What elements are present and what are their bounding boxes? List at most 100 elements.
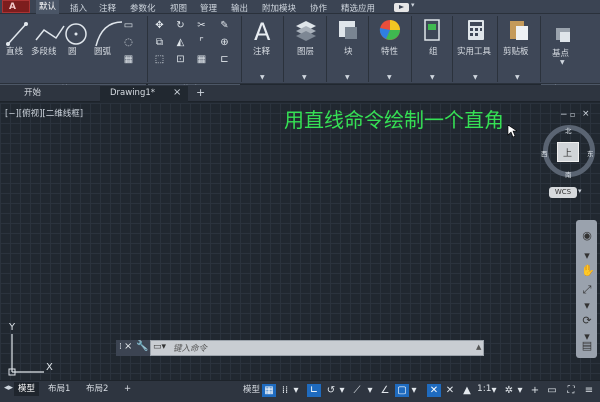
tab-featured-apps[interactable]: 精选应用 <box>341 2 375 14</box>
properties-button[interactable]: 特性 <box>381 45 398 57</box>
tab-addins[interactable]: 附加模块 <box>262 2 296 14</box>
chevron-down-icon[interactable]: ▾ <box>578 187 582 195</box>
annotation-visibility-icon[interactable]: ✕ <box>427 384 441 397</box>
tab-manage[interactable]: 管理 <box>200 2 217 14</box>
drawing-canvas[interactable] <box>0 103 600 380</box>
properties-icon <box>379 20 400 40</box>
block-button[interactable]: 块 <box>344 45 353 57</box>
ortho-icon[interactable]: ∟ <box>307 384 321 397</box>
layout-tab-model[interactable]: 模型 <box>14 382 40 396</box>
customization-icon[interactable]: ≡ <box>582 384 596 397</box>
line-tool-label[interactable]: 直线 <box>6 45 23 57</box>
clipboard-button[interactable]: 剪贴板 <box>503 45 529 57</box>
nav-dropdown-icon[interactable]: ▾ <box>581 250 593 262</box>
viewport-controls[interactable]: [−][俯视][二维线框] <box>5 107 83 119</box>
cursor-icon <box>507 124 517 138</box>
compass-south[interactable]: 南 <box>565 169 572 179</box>
layers-button[interactable]: 图层 <box>297 45 314 57</box>
model-space-button[interactable]: 模型 <box>239 383 264 397</box>
tab-annotate[interactable]: 注释 <box>99 2 116 14</box>
application-button[interactable]: A <box>2 0 30 13</box>
layout-scroll-icon[interactable]: ◂▸ <box>4 383 13 393</box>
tab-view[interactable]: 视图 <box>170 2 187 14</box>
chevron-down-icon-5[interactable]: ▾ <box>490 384 498 397</box>
tab-default[interactable]: 默认 <box>36 0 60 14</box>
group-button[interactable]: 组 <box>429 45 438 57</box>
chevron-down-icon[interactable]: ▾ <box>292 384 300 397</box>
trim-icon[interactable]: ✂ <box>195 20 208 31</box>
mirror-icon[interactable]: ◭ <box>174 37 187 48</box>
viewport-minimize-icon[interactable]: − <box>560 110 568 120</box>
chevron-down-icon[interactable]: ▾ <box>411 1 415 9</box>
tab-insert[interactable]: 插入 <box>70 2 87 14</box>
isodraft-icon[interactable]: ⟋ <box>350 384 364 397</box>
array-icon[interactable]: ▦ <box>195 54 208 65</box>
copy-icon[interactable]: ⧉ <box>153 37 166 48</box>
command-input[interactable]: 键入命令 <box>173 342 207 354</box>
wrench-icon[interactable]: 🔧 <box>136 341 148 352</box>
nav-dropdown-icon-2[interactable]: ▾ <box>581 300 593 312</box>
stretch-icon[interactable]: ⬚ <box>153 54 166 65</box>
object-snap-tracking-icon[interactable]: ∠ <box>378 384 392 397</box>
explode-icon[interactable]: ⊕ <box>218 37 231 48</box>
add-layout-icon[interactable]: + <box>120 382 135 396</box>
chevron-down-icon-6[interactable]: ▾ <box>516 384 524 397</box>
viewport-restore-icon[interactable]: ▫ <box>570 110 575 119</box>
close-icon[interactable]: × <box>173 87 181 98</box>
layout-tab-2[interactable]: 布局2 <box>82 382 112 396</box>
snap-icon[interactable]: ⁞⁞ <box>278 384 292 397</box>
annotation-scale-icon[interactable]: ▲ <box>460 384 474 397</box>
workspace-gear-icon[interactable]: ✲ <box>502 384 516 397</box>
offset-icon[interactable]: ⊏ <box>218 54 231 65</box>
viewport-close-icon[interactable]: × <box>582 109 590 119</box>
show-motion-icon[interactable]: ▤ <box>581 340 593 352</box>
polar-tracking-icon[interactable]: ↺ <box>324 384 338 397</box>
command-line-grip-icon[interactable]: ⁞ <box>119 342 122 352</box>
video-icon[interactable] <box>394 3 409 12</box>
arc-tool-label[interactable]: 圆弧 <box>94 45 111 57</box>
polyline-tool-label[interactable]: 多段线 <box>31 45 57 57</box>
base-point-button[interactable]: 基点 <box>552 47 569 59</box>
wcs-menu[interactable]: WCS <box>549 187 577 198</box>
command-prompt-icon[interactable]: ▭▾ <box>153 342 166 352</box>
rectangle-icon[interactable]: ▭ <box>122 20 135 31</box>
erase-icon[interactable]: ✎ <box>218 20 231 31</box>
menu-bar: A 默认 插入 注释 参数化 视图 管理 输出 附加模块 协作 精选应用 ▾ <box>0 0 600 14</box>
isolate-objects-icon[interactable]: ▭ <box>545 384 559 397</box>
command-history-icon[interactable]: ▲ <box>476 343 481 351</box>
svg-text:A: A <box>254 18 271 44</box>
plus-icon[interactable]: + <box>528 384 542 397</box>
tab-collaborate[interactable]: 协作 <box>310 2 327 14</box>
utilities-button[interactable]: 实用工具 <box>457 45 491 57</box>
circle-tool-label[interactable]: 圆 <box>68 45 77 57</box>
chevron-down-icon-2[interactable]: ▾ <box>338 384 346 397</box>
zoom-extents-icon[interactable]: ⤢ <box>581 284 593 296</box>
tab-output[interactable]: 输出 <box>231 2 248 14</box>
layout-tab-1[interactable]: 布局1 <box>44 382 74 396</box>
close-icon[interactable]: × <box>124 341 132 352</box>
pan-hand-icon[interactable]: ✋ <box>581 265 595 277</box>
orbit-icon[interactable]: ⟳ <box>581 315 593 327</box>
rotate-icon[interactable]: ↻ <box>174 20 187 31</box>
compass-east[interactable]: 东 <box>587 148 594 158</box>
add-tab-icon[interactable]: + <box>196 86 205 99</box>
tab-parametric[interactable]: 参数化 <box>130 2 156 14</box>
grid-icon[interactable]: ▦ <box>262 384 276 397</box>
chevron-down-icon-4[interactable]: ▾ <box>410 384 418 397</box>
move-icon[interactable]: ✥ <box>153 20 166 31</box>
steering-wheel-icon[interactable]: ◉ <box>581 230 593 242</box>
fillet-icon[interactable]: ⌜ <box>195 37 208 48</box>
compass-west[interactable]: 西 <box>541 148 548 158</box>
ucs-y-label: Y <box>9 322 16 333</box>
chevron-down-icon-3[interactable]: ▾ <box>366 384 374 397</box>
layers-icon <box>296 21 316 41</box>
object-snap-icon[interactable]: ▢ <box>395 384 409 397</box>
annotation-button[interactable]: 注释 <box>253 45 270 57</box>
auto-scale-icon[interactable]: ✕ <box>443 384 457 397</box>
clean-screen-icon[interactable]: ⛶ <box>564 384 578 397</box>
scale-icon[interactable]: ⊡ <box>174 54 187 65</box>
hatch-icon[interactable]: ▦ <box>122 54 135 65</box>
tab-start[interactable]: 开始 <box>16 86 96 101</box>
ellipse-icon[interactable]: ◌ <box>122 37 135 48</box>
compass-north[interactable]: 北 <box>565 125 572 135</box>
